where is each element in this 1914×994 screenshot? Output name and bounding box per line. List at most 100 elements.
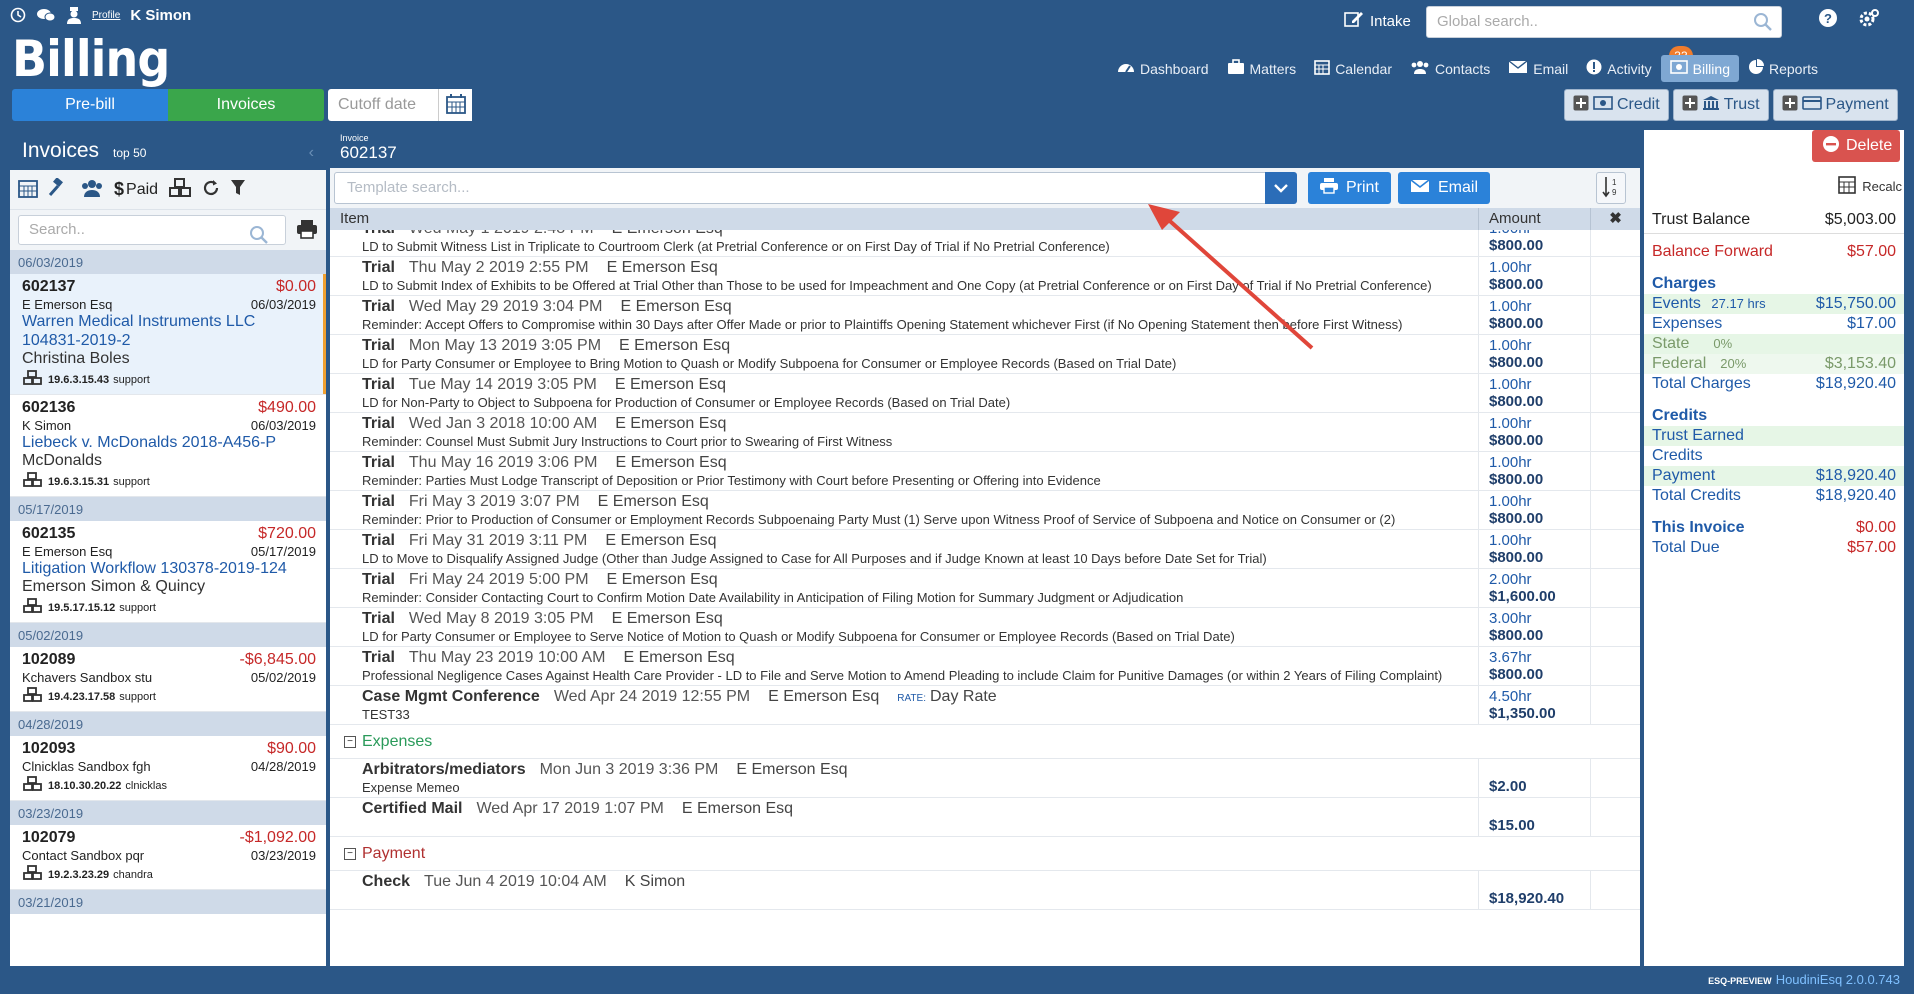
line-item-row[interactable]: Trial Fri May 31 2019 3:11 PM E Emerson Es… bbox=[330, 530, 1640, 569]
money-icon bbox=[1593, 95, 1613, 115]
nav-billing[interactable]: Billing bbox=[1660, 55, 1739, 82]
delete-button[interactable]: Delete bbox=[1812, 130, 1900, 162]
cutoff-calendar-button[interactable] bbox=[438, 89, 472, 121]
gear-icon[interactable] bbox=[1858, 8, 1880, 31]
invoice-list-item[interactable]: 602136 $490.00 K Simon 06/03/2019 Liebeck … bbox=[10, 395, 326, 497]
item-description bbox=[362, 892, 1474, 907]
clock-icon[interactable] bbox=[10, 7, 26, 23]
add-trust-button[interactable]: Trust bbox=[1672, 89, 1769, 121]
group-icon[interactable] bbox=[80, 178, 104, 201]
add-credit-button[interactable]: Credit bbox=[1564, 89, 1669, 121]
trust-balance-value: $5,003.00 bbox=[1824, 211, 1896, 228]
line-item-row[interactable]: Trial Wed May 8 2019 3:05 PM E Emerson Esq… bbox=[330, 608, 1640, 647]
invoice-list-item[interactable]: 102079 -$1,092.00 Contact Sandbox pqr 03/2… bbox=[10, 825, 326, 890]
plus-icon bbox=[1682, 95, 1698, 116]
invoice-list-item[interactable]: 102093 $90.00 Clnicklas Sandbox fgh 04/28/… bbox=[10, 736, 326, 801]
cubes-icon[interactable] bbox=[168, 178, 192, 201]
invoice-header: Invoice 602137 bbox=[330, 130, 1640, 168]
collapse-icon[interactable]: − bbox=[344, 735, 356, 748]
add-payment-button[interactable]: Payment bbox=[1772, 89, 1898, 121]
invoice-number: 602137 bbox=[22, 278, 76, 295]
col-item[interactable]: Item bbox=[330, 208, 1478, 230]
line-item-row[interactable]: Trial Mon May 13 2019 3:05 PM E Emerson Es… bbox=[330, 335, 1640, 374]
print-button[interactable]: Print bbox=[1308, 172, 1391, 204]
nav-matters[interactable]: Matters bbox=[1218, 54, 1306, 83]
line-item-row[interactable]: Trial Fri May 3 2019 3:07 PM E Emerson Esq… bbox=[330, 491, 1640, 530]
search-icon[interactable] bbox=[1753, 12, 1773, 43]
invoice-list-item[interactable]: 602137 $0.00 E Emerson Esq 06/03/2019 Warr… bbox=[10, 274, 326, 395]
invoice-list-item[interactable]: 602135 $720.00 E Emerson Esq 05/17/2019 Li… bbox=[10, 521, 326, 623]
template-search-input[interactable]: Template search... bbox=[334, 172, 1269, 204]
calendar-filter-icon[interactable] bbox=[18, 178, 38, 201]
invoice-search-input[interactable]: Search.. bbox=[18, 215, 286, 245]
nav-contacts[interactable]: Contacts bbox=[1401, 54, 1499, 83]
invoice-case[interactable]: Litigation Workflow 130378-2019-124 bbox=[22, 559, 316, 578]
collapse-icon[interactable]: − bbox=[344, 847, 356, 860]
line-item-row[interactable]: Trial Thu May 2 2019 2:55 PM E Emerson Esq… bbox=[330, 257, 1640, 296]
chat-icon[interactable] bbox=[36, 7, 56, 23]
nav-calendar[interactable]: Calendar bbox=[1305, 54, 1401, 83]
nav-dashboard[interactable]: Dashboard bbox=[1108, 54, 1218, 83]
chevron-down-icon bbox=[1274, 180, 1288, 196]
close-icon[interactable]: ✖ bbox=[1590, 208, 1640, 230]
trust-balance-row: Trust Balance $5,003.00 bbox=[1644, 210, 1904, 234]
nav-email[interactable]: Email bbox=[1499, 55, 1577, 82]
item-amount: $2.00 bbox=[1489, 778, 1527, 795]
rate-value: Day Rate bbox=[929, 688, 997, 705]
section-toggle[interactable]: − Payment bbox=[330, 837, 1640, 871]
item-attorney: E Emerson Esq bbox=[620, 298, 732, 315]
item-description: LD to Move to Disqualify Assigned Judge … bbox=[362, 551, 1267, 566]
global-search-input[interactable]: Global search.. bbox=[1426, 6, 1782, 38]
line-item-row[interactable]: Trial Wed May 29 2019 3:04 PM E Emerson Es… bbox=[330, 296, 1640, 335]
line-item-row[interactable]: Check Tue Jun 4 2019 10:04 AM K Simon $18,… bbox=[330, 871, 1640, 910]
line-item-row[interactable]: Certified Mail Wed Apr 17 2019 1:07 PM E E… bbox=[330, 798, 1640, 837]
events-value: $15,750.00 bbox=[1815, 295, 1896, 312]
recalc-button[interactable]: Recalc bbox=[1838, 176, 1902, 197]
email-button[interactable]: Email bbox=[1398, 172, 1491, 204]
trust-balance-label: Trust Balance bbox=[1652, 211, 1751, 228]
invoice-list-item[interactable]: 102089 -$6,845.00 Kchavers Sandbox stu 05/… bbox=[10, 647, 326, 712]
line-item-row[interactable]: Trial Wed May 1 2019 2:48 PM E Emerson Esq… bbox=[330, 230, 1640, 257]
section-toggle[interactable]: − Expenses bbox=[330, 725, 1640, 759]
sort-button[interactable]: 19 bbox=[1596, 172, 1626, 204]
invoice-amount: -$6,845.00 bbox=[239, 651, 316, 668]
collapse-icon[interactable]: ‹ bbox=[309, 144, 314, 162]
invoice-date: 05/02/2019 bbox=[250, 670, 316, 685]
invoice-tag: clnicklas bbox=[125, 779, 167, 792]
payment-label: Payment bbox=[1652, 467, 1716, 484]
printer-icon[interactable] bbox=[296, 219, 318, 242]
refresh-icon[interactable] bbox=[202, 179, 220, 200]
profile-link[interactable]: Profile bbox=[92, 10, 120, 21]
filter-icon[interactable] bbox=[230, 179, 246, 200]
col-amount[interactable]: Amount bbox=[1478, 208, 1590, 230]
recalc-label: Recalc bbox=[1862, 179, 1902, 194]
calculator-icon bbox=[1838, 176, 1857, 197]
paid-filter[interactable]: $ Paid bbox=[114, 179, 158, 200]
help-icon[interactable]: ? bbox=[1818, 8, 1838, 31]
nav-label: Matters bbox=[1249, 60, 1297, 77]
item-description: Reminder: Prior to Production of Consume… bbox=[362, 512, 1396, 527]
prebill-button[interactable]: Pre-bill bbox=[12, 89, 168, 121]
invoice-attorney: Kchavers Sandbox stu bbox=[22, 670, 153, 685]
gavel-icon[interactable] bbox=[48, 177, 70, 201]
nav-activity[interactable]: Activity33 bbox=[1577, 46, 1693, 83]
item-date: Fri May 24 2019 5:00 PM bbox=[408, 571, 589, 588]
cubes-icon bbox=[22, 776, 44, 795]
nav-reports[interactable]: Reports bbox=[1739, 54, 1827, 83]
template-dropdown-button[interactable] bbox=[1265, 172, 1297, 204]
intake-button[interactable]: Intake bbox=[1344, 10, 1411, 32]
line-item-row[interactable]: Trial Wed Jan 3 2018 10:00 AM E Emerson Es… bbox=[330, 413, 1640, 452]
line-item-row[interactable]: Trial Thu May 16 2019 3:06 PM E Emerson Es… bbox=[330, 452, 1640, 491]
line-item-row[interactable]: Trial Tue May 14 2019 3:05 PM E Emerson Es… bbox=[330, 374, 1640, 413]
line-item-row[interactable]: Arbitrators/mediators Mon Jun 3 2019 3:36… bbox=[330, 759, 1640, 798]
invoices-button[interactable]: Invoices bbox=[168, 89, 324, 121]
item-amount: $800.00 bbox=[1489, 432, 1544, 449]
line-item-row[interactable]: Trial Thu May 23 2019 10:00 AM E Emerson E… bbox=[330, 647, 1640, 686]
invoice-case[interactable]: Liebeck v. McDonalds 2018-A456-P bbox=[22, 433, 316, 452]
line-item-row[interactable]: Case Mgmt Conference Wed Apr 24 2019 12:5… bbox=[330, 686, 1640, 725]
trust-label: Trust bbox=[1723, 96, 1760, 113]
user-icon[interactable] bbox=[66, 6, 82, 24]
invoice-case[interactable]: Warren Medical Instruments LLC 104831-20… bbox=[22, 312, 316, 350]
top-header: Profile K Simon Billing Intake Global se… bbox=[0, 0, 1914, 130]
line-item-row[interactable]: Trial Fri May 24 2019 5:00 PM E Emerson Es… bbox=[330, 569, 1640, 608]
